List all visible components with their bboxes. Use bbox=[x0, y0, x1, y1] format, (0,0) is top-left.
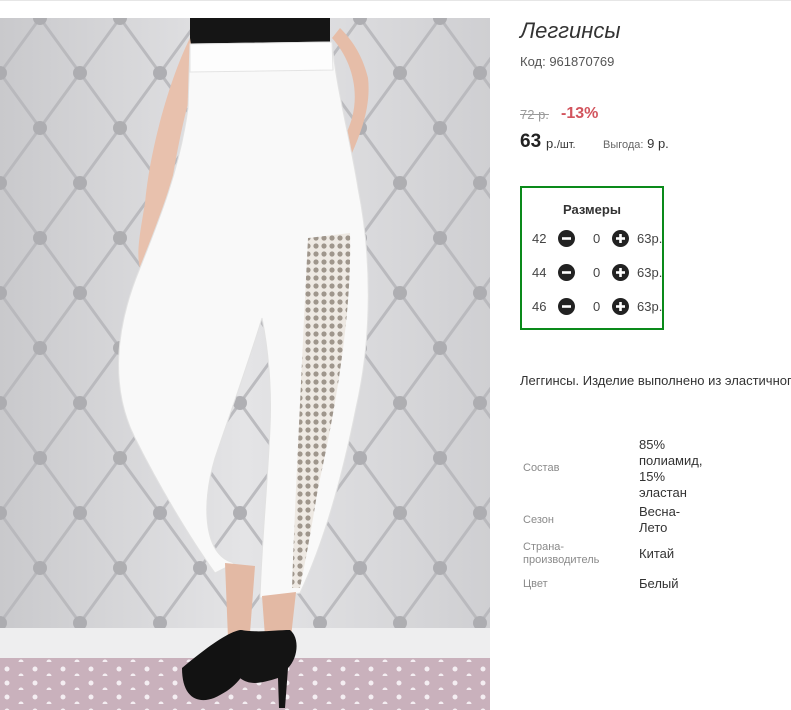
size-price: 63р. bbox=[637, 265, 663, 280]
size-label: 42 bbox=[532, 231, 547, 246]
old-price: 72 р. bbox=[520, 107, 549, 122]
plus-circle-icon[interactable] bbox=[612, 230, 629, 247]
price-unit: р./шт. bbox=[546, 136, 576, 151]
top-divider bbox=[0, 0, 791, 1]
size-quantity: 0 bbox=[593, 299, 601, 314]
size-quantity: 0 bbox=[593, 265, 601, 280]
composition-line: 15% bbox=[639, 469, 666, 484]
size-price: 63р. bbox=[637, 299, 663, 314]
current-price: 63 bbox=[520, 131, 542, 152]
size-quantity: 0 bbox=[593, 231, 601, 246]
price-per-unit: /шт. bbox=[556, 139, 576, 151]
size-price: 63р. bbox=[637, 231, 663, 246]
size-row: 44 0 63р. bbox=[532, 264, 662, 282]
minus-circle-icon[interactable] bbox=[558, 298, 575, 315]
season-line: Весна- bbox=[639, 504, 681, 519]
composition-label: Состав bbox=[523, 462, 560, 474]
composition-line: эластан bbox=[639, 485, 687, 500]
savings-label: Выгода: bbox=[603, 139, 644, 151]
country-label: Страна- производитель bbox=[523, 541, 599, 567]
plus-circle-icon[interactable] bbox=[612, 298, 629, 315]
composition-value: 85% полиамид, 15% эластан bbox=[639, 437, 702, 501]
product-photo[interactable] bbox=[0, 18, 490, 710]
savings: Выгода: 9 р. bbox=[603, 136, 669, 151]
size-row: 42 0 63р. bbox=[532, 230, 662, 248]
plus-circle-icon[interactable] bbox=[612, 264, 629, 281]
size-label: 46 bbox=[532, 299, 547, 314]
color-label: Цвет bbox=[523, 578, 548, 590]
savings-value: 9 р. bbox=[647, 136, 669, 151]
sizes-title: Размеры bbox=[563, 202, 621, 217]
product-title: Леггинсы bbox=[520, 18, 621, 43]
product-code: Код: 961870769 bbox=[520, 54, 615, 69]
sizes-selector: Размеры 42 0 63р. 44 0 63р. 46 0 63р. bbox=[520, 186, 664, 330]
country-label-line: Страна- bbox=[523, 541, 565, 553]
size-row: 46 0 63р. bbox=[532, 298, 662, 316]
season-label: Сезон bbox=[523, 514, 554, 526]
product-description: Леггинсы. Изделие выполнено из эластично… bbox=[520, 373, 791, 388]
minus-circle-icon[interactable] bbox=[558, 264, 575, 281]
minus-circle-icon[interactable] bbox=[558, 230, 575, 247]
composition-line: полиамид, bbox=[639, 453, 703, 468]
season-line: Лето bbox=[639, 520, 668, 535]
color-value: Белый bbox=[639, 576, 679, 591]
season-value: Весна- Лето bbox=[639, 504, 680, 536]
composition-line: 85% bbox=[639, 437, 666, 452]
discount-badge: -13% bbox=[561, 105, 599, 122]
country-label-line: производитель bbox=[523, 554, 600, 566]
size-label: 44 bbox=[532, 265, 547, 280]
country-value: Китай bbox=[639, 546, 675, 561]
price-currency: р. bbox=[546, 136, 557, 151]
